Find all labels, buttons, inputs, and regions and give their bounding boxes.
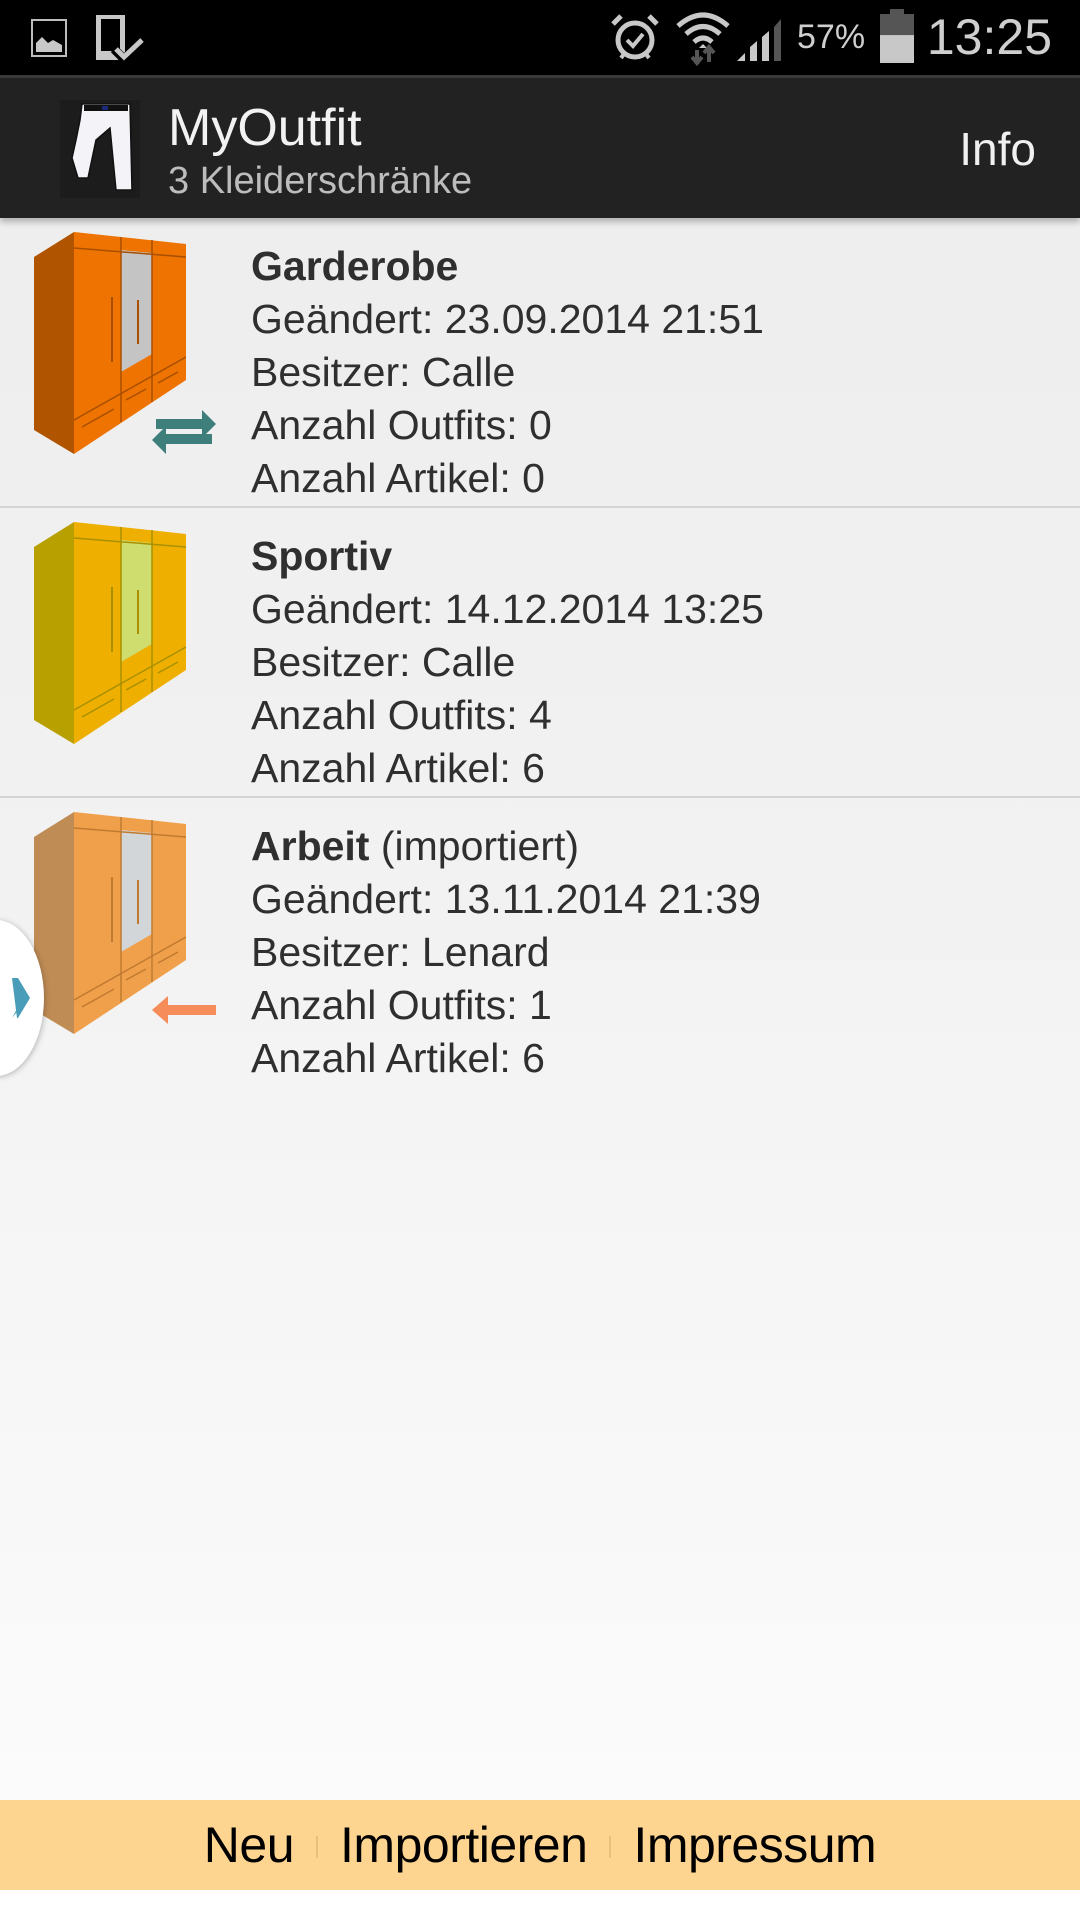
download-complete-icon	[96, 15, 148, 63]
wardrobe-row[interactable]: Arbeit (importiert) Geändert: 13.11.2014…	[0, 798, 1080, 1088]
sync-arrows-icon	[152, 410, 216, 454]
outfit-count: Anzahl Outfits: 4	[251, 692, 552, 738]
imprint-button[interactable]: Impressum	[611, 1816, 898, 1874]
signal-icon	[737, 19, 781, 61]
outfit-count: Anzahl Outfits: 0	[251, 402, 552, 448]
app-logo-pants-icon[interactable]	[60, 100, 140, 198]
status-bar: 57% 13:25	[0, 0, 1080, 75]
action-bar: MyOutfit 3 Kleiderschränke Info	[0, 75, 1080, 218]
changed-date: Geändert: 23.09.2014 21:51	[251, 296, 764, 342]
outfit-count: Anzahl Outfits: 1	[251, 982, 552, 1028]
alarm-icon	[611, 14, 659, 60]
owner: Besitzer: Lenard	[251, 929, 550, 975]
changed-date: Geändert: 13.11.2014 21:39	[251, 876, 761, 922]
wardrobe-name: Garderobe	[251, 243, 459, 289]
battery-icon	[880, 9, 914, 63]
wardrobe-list: Garderobe Geändert: 23.09.2014 21:51 Bes…	[0, 218, 1080, 1088]
article-count: Anzahl Artikel: 6	[251, 1035, 545, 1081]
wardrobe-row[interactable]: Sportiv Geändert: 14.12.2014 13:25 Besit…	[0, 508, 1080, 798]
bottom-action-bar: Neu Importieren Impressum	[0, 1800, 1080, 1890]
wardrobe-icon	[34, 522, 186, 744]
wardrobe-row[interactable]: Garderobe Geändert: 23.09.2014 21:51 Bes…	[0, 218, 1080, 508]
changed-date: Geändert: 14.12.2014 13:25	[251, 586, 764, 632]
wifi-icon	[676, 12, 730, 66]
wardrobe-name: Sportiv	[251, 533, 393, 579]
info-button[interactable]: Info	[959, 122, 1036, 176]
import-arrow-icon	[152, 996, 216, 1024]
owner: Besitzer: Calle	[251, 639, 516, 685]
chevron-right-icon	[12, 978, 30, 1018]
import-button[interactable]: Importieren	[318, 1816, 609, 1874]
article-count: Anzahl Artikel: 0	[251, 455, 545, 501]
wardrobe-name: Arbeit (importiert)	[251, 823, 580, 869]
bottom-padding	[0, 1890, 1080, 1920]
image-notification-icon	[31, 19, 67, 57]
clock: 13:25	[926, 9, 1052, 65]
battery-percent: 57%	[797, 18, 866, 56]
article-count: Anzahl Artikel: 6	[251, 745, 545, 791]
app-title: MyOutfit	[168, 99, 362, 157]
new-button[interactable]: Neu	[182, 1816, 316, 1874]
owner: Besitzer: Calle	[251, 349, 516, 395]
wardrobe-count: 3 Kleiderschränke	[168, 160, 473, 202]
